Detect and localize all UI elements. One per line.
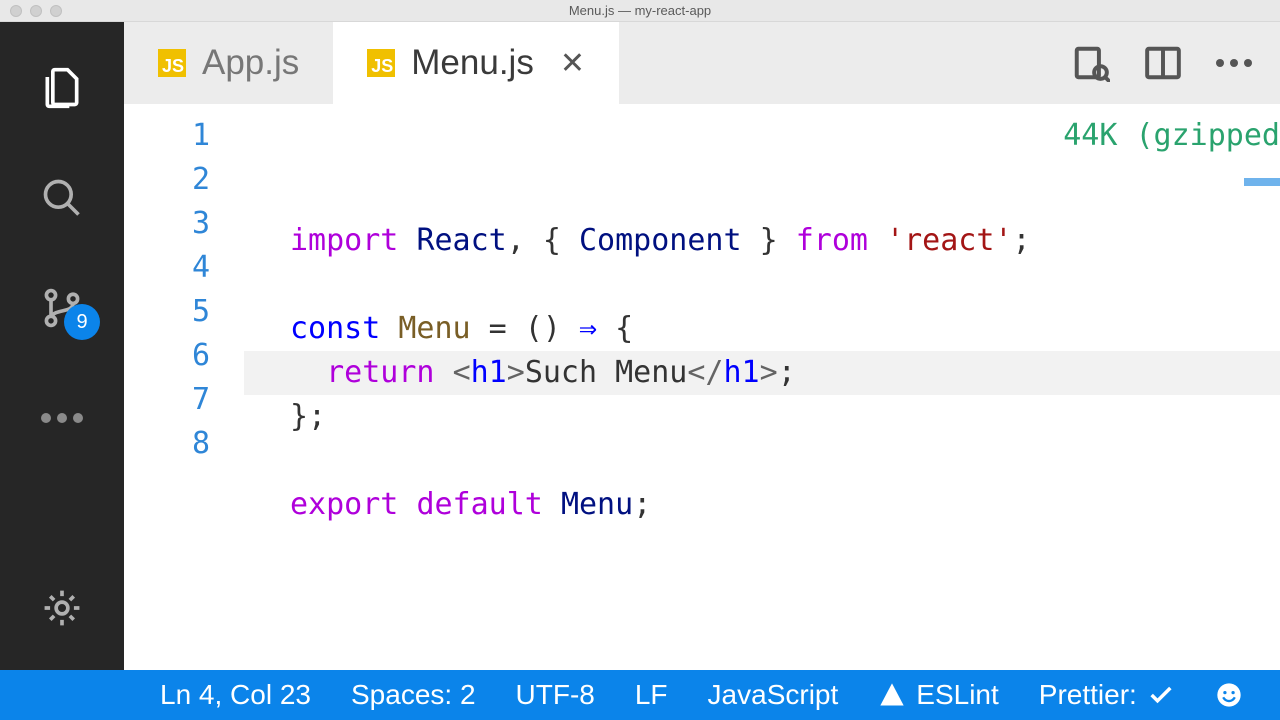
- tab-bar: JS App.js JS Menu.js ✕: [124, 22, 1280, 104]
- eol-status[interactable]: LF: [635, 679, 668, 711]
- encoding-status[interactable]: UTF-8: [516, 679, 595, 711]
- code-line[interactable]: [244, 263, 1280, 307]
- js-file-icon: JS: [367, 49, 395, 77]
- split-icon: [1144, 44, 1182, 82]
- code-line[interactable]: import React, { Component } from 'react'…: [244, 219, 1280, 263]
- scrollbar-thumb[interactable]: [1244, 178, 1280, 186]
- explorer-button[interactable]: [40, 66, 84, 110]
- scm-badge: 9: [64, 304, 100, 340]
- search-icon: [40, 176, 84, 220]
- window-title: Menu.js — my-react-app: [0, 3, 1280, 18]
- line-number: 6: [124, 334, 210, 378]
- activity-bar: 9: [0, 22, 124, 670]
- line-number: 7: [124, 378, 210, 422]
- tab-label: Menu.js: [411, 43, 534, 83]
- files-icon: [40, 66, 84, 110]
- settings-button[interactable]: [40, 586, 84, 630]
- check-icon: [1147, 681, 1175, 709]
- line-number-gutter: 12345678: [124, 104, 244, 670]
- warning-icon: [878, 681, 906, 709]
- prettier-status[interactable]: Prettier:: [1039, 679, 1175, 711]
- language-status[interactable]: JavaScript: [708, 679, 839, 711]
- line-number: 1: [124, 114, 210, 158]
- search-button[interactable]: [40, 176, 84, 220]
- scrollbar[interactable]: [1244, 104, 1280, 670]
- close-tab-icon[interactable]: ✕: [550, 46, 585, 81]
- line-number: 2: [124, 158, 210, 202]
- more-actions-button[interactable]: [1216, 59, 1252, 67]
- feedback-button[interactable]: [1215, 681, 1243, 709]
- source-control-button[interactable]: 9: [40, 286, 84, 330]
- window-titlebar: Menu.js — my-react-app: [0, 0, 1280, 22]
- line-number: 5: [124, 290, 210, 334]
- tab-app-js[interactable]: JS App.js: [124, 22, 333, 104]
- code-line[interactable]: const Menu = () ⇒ {: [244, 307, 1280, 351]
- diff-icon: [1072, 44, 1110, 82]
- gear-icon: [40, 586, 84, 630]
- tab-label: App.js: [202, 43, 299, 83]
- open-changes-button[interactable]: [1072, 44, 1110, 82]
- editor-pane[interactable]: 12345678 44K (gzipped import React, { Co…: [124, 104, 1280, 670]
- code-line[interactable]: };: [244, 395, 1280, 439]
- code-line[interactable]: [244, 439, 1280, 483]
- eslint-status[interactable]: ESLint: [878, 679, 999, 711]
- js-file-icon: JS: [158, 49, 186, 77]
- indent-status[interactable]: Spaces: 2: [351, 679, 476, 711]
- code-line[interactable]: export default Menu;: [244, 483, 1280, 527]
- smiley-icon: [1215, 681, 1243, 709]
- cursor-position[interactable]: Ln 4, Col 23: [160, 679, 311, 711]
- tab-menu-js[interactable]: JS Menu.js ✕: [333, 22, 619, 104]
- code-lines[interactable]: 44K (gzipped import React, { Component }…: [244, 104, 1280, 670]
- status-bar: Ln 4, Col 23 Spaces: 2 UTF-8 LF JavaScri…: [0, 670, 1280, 720]
- code-line[interactable]: return <h1>Such Menu</h1>;: [244, 351, 1280, 395]
- code-line[interactable]: [244, 527, 1280, 571]
- line-number: 8: [124, 422, 210, 466]
- split-editor-button[interactable]: [1144, 44, 1182, 82]
- line-number: 4: [124, 246, 210, 290]
- line-number: 3: [124, 202, 210, 246]
- additional-views-button[interactable]: [40, 396, 84, 440]
